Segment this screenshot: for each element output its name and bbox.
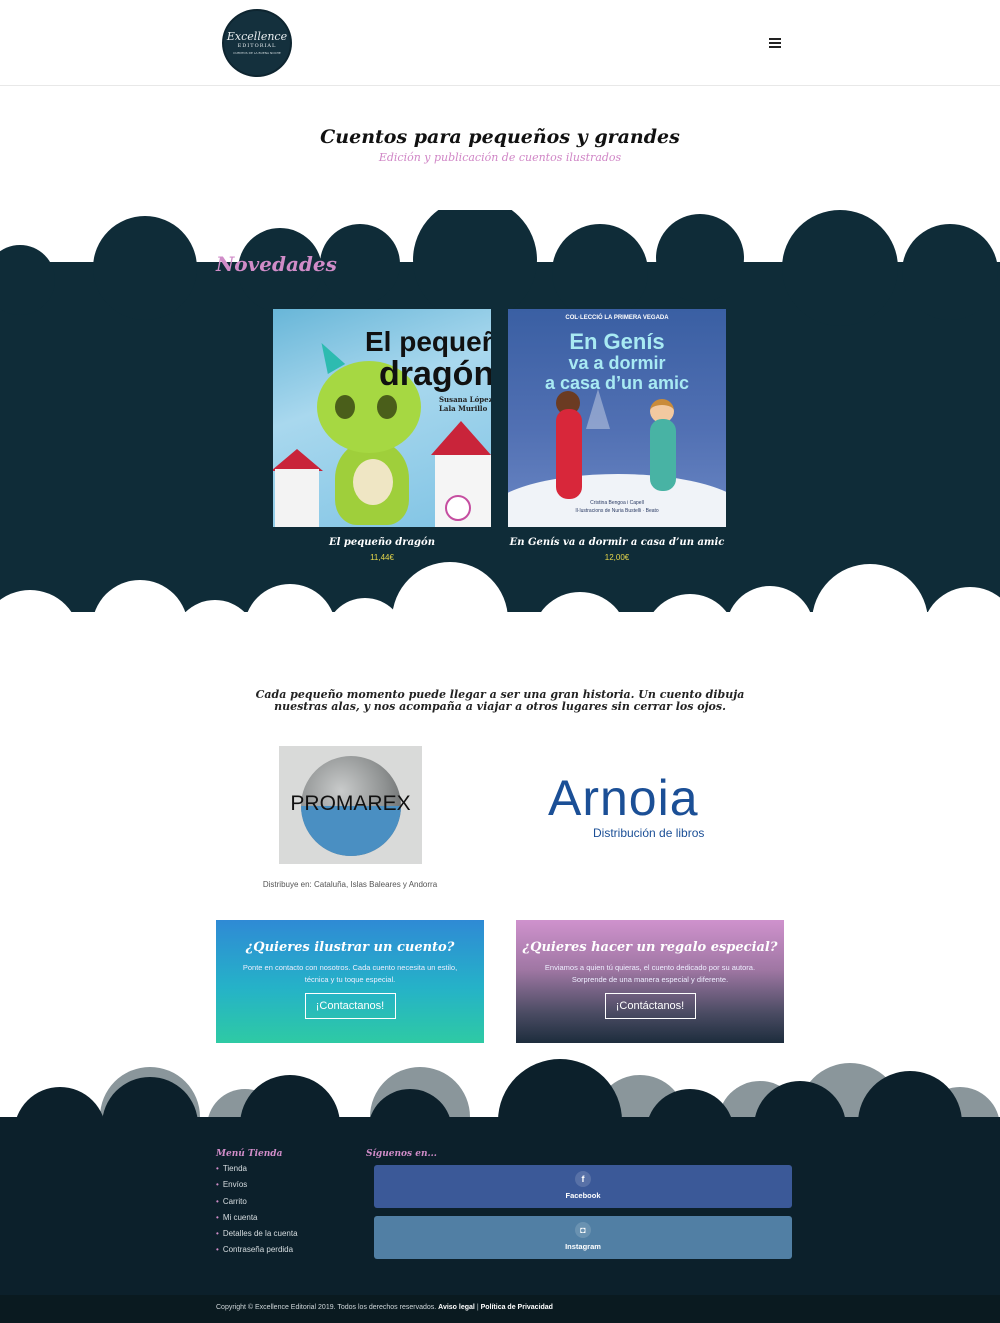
hero-title: Cuentos para pequeños y grandes: [320, 126, 680, 148]
cta-text: Ponte en contacto con nosotros. Cada cue…: [242, 963, 458, 984]
cover-authors: Cristina Bengoa i Capell Il·lustracions …: [575, 500, 659, 514]
site-header: Excellence EDITORIAL CUENTOS DE LA BUENA…: [0, 0, 1000, 86]
privacy-link[interactable]: Política de Privacidad: [481, 1304, 553, 1311]
quote-text: Cada pequeño momento puede llegar a ser …: [255, 688, 745, 713]
hero-subtitle: Edición y publicación de cuentos ilustra…: [378, 151, 622, 164]
product-card[interactable]: El pequeño dragón Susana López Lala Muri…: [273, 309, 491, 562]
hamburger-menu-icon[interactable]: [767, 36, 783, 50]
cover-title-line1: En Genís: [569, 329, 665, 354]
footer-link-detalles-cuenta[interactable]: • Detalles de la cuenta: [216, 1229, 298, 1245]
contact-button[interactable]: ¡Contáctanos!: [604, 993, 696, 1019]
cover-collection: COL·LECCIÓ LA PRIMERA VEGADA: [565, 315, 669, 321]
product-price: 12,00€: [604, 553, 630, 562]
logo-line2: EDITORIAL: [237, 42, 277, 49]
arnoia-logo-text: Arnoia: [548, 770, 699, 826]
arnoia-logo[interactable]: Arnoia Distribución de libros: [548, 770, 753, 842]
novedades-title: Novedades: [216, 252, 337, 276]
legal-link[interactable]: Aviso legal: [438, 1304, 475, 1311]
cta-title: ¿Quieres ilustrar un cuento?: [245, 940, 455, 955]
cover-title-line1: El pequeño: [365, 326, 491, 357]
copyright-text: Copyright © Excellence Editorial 2019. T…: [216, 1304, 437, 1311]
footer-link-envios[interactable]: • Envíos: [216, 1180, 298, 1196]
promarex-caption: Distribuye en: Cataluña, Islas Baleares …: [262, 880, 438, 889]
logo-line3: CUENTOS DE LA BUENA NOCHE: [233, 50, 281, 55]
footer-menu: • Tienda • Envíos • Carrito • Mi cuenta • Det…: [216, 1164, 298, 1262]
cta-text: Enviamos a quien tú quieras, el cuento d…: [544, 963, 756, 984]
footer-link-carrito[interactable]: • Carrito: [216, 1197, 298, 1213]
instagram-button[interactable]: ◘ Instagram: [374, 1216, 792, 1259]
product-card[interactable]: COL·LECCIÓ LA PRIMERA VEGADA En Genís va…: [508, 309, 726, 562]
product-name[interactable]: En Genís va a dormir a casa d’un amic: [508, 537, 726, 548]
novedades-cloud-band: [0, 210, 1000, 655]
logo-line1: Excellence: [226, 29, 288, 43]
footer-link-tienda[interactable]: • Tienda: [216, 1164, 298, 1180]
footer-link-contrasena[interactable]: • Contraseña perdida: [216, 1245, 298, 1261]
footer-link-mi-cuenta[interactable]: • Mi cuenta: [216, 1213, 298, 1229]
arnoia-subtitle: Distribución de libros: [593, 826, 705, 840]
copyright: Copyright © Excellence Editorial 2019. T…: [216, 1304, 553, 1311]
promarex-logo-text: PROMAREX: [290, 792, 411, 815]
cover-title-line2: dragón: [379, 355, 491, 393]
cta-illustrate: ¿Quieres ilustrar un cuento? Ponte en co…: [216, 920, 484, 1043]
facebook-icon: f: [575, 1171, 591, 1187]
follow-title: Síguenos en...: [366, 1149, 437, 1159]
book-cover-en-genis[interactable]: COL·LECCIÓ LA PRIMERA VEGADA En Genís va…: [508, 309, 726, 527]
cta-gift: ¿Quieres hacer un regalo especial? Envia…: [516, 920, 784, 1043]
facebook-button[interactable]: f Facebook: [374, 1165, 792, 1208]
instagram-label: Instagram: [565, 1242, 601, 1251]
site-logo[interactable]: Excellence EDITORIAL CUENTOS DE LA BUENA…: [222, 9, 292, 77]
product-price: 11,44€: [370, 553, 394, 562]
product-name[interactable]: El pequeño dragón: [273, 537, 491, 548]
book-cover-el-pequeno-dragon[interactable]: El pequeño dragón Susana López Lala Muri…: [273, 309, 491, 527]
cover-title-line3: a casa d’un amic: [544, 373, 690, 393]
link-separator: |: [476, 1304, 479, 1311]
contact-button[interactable]: ¡Contactanos!: [304, 993, 396, 1019]
footer-menu-title: Menú Tienda: [216, 1149, 283, 1159]
instagram-icon: ◘: [575, 1222, 591, 1238]
cta-title: ¿Quieres hacer un regalo especial?: [522, 940, 778, 955]
promarex-logo[interactable]: PROMAREX: [279, 746, 422, 864]
cover-authors: Susana López Lala Murillo: [439, 395, 491, 413]
publisher-stamp: [445, 495, 471, 521]
cover-title-line2: va a dormir: [568, 353, 666, 373]
facebook-label: Facebook: [565, 1191, 601, 1200]
